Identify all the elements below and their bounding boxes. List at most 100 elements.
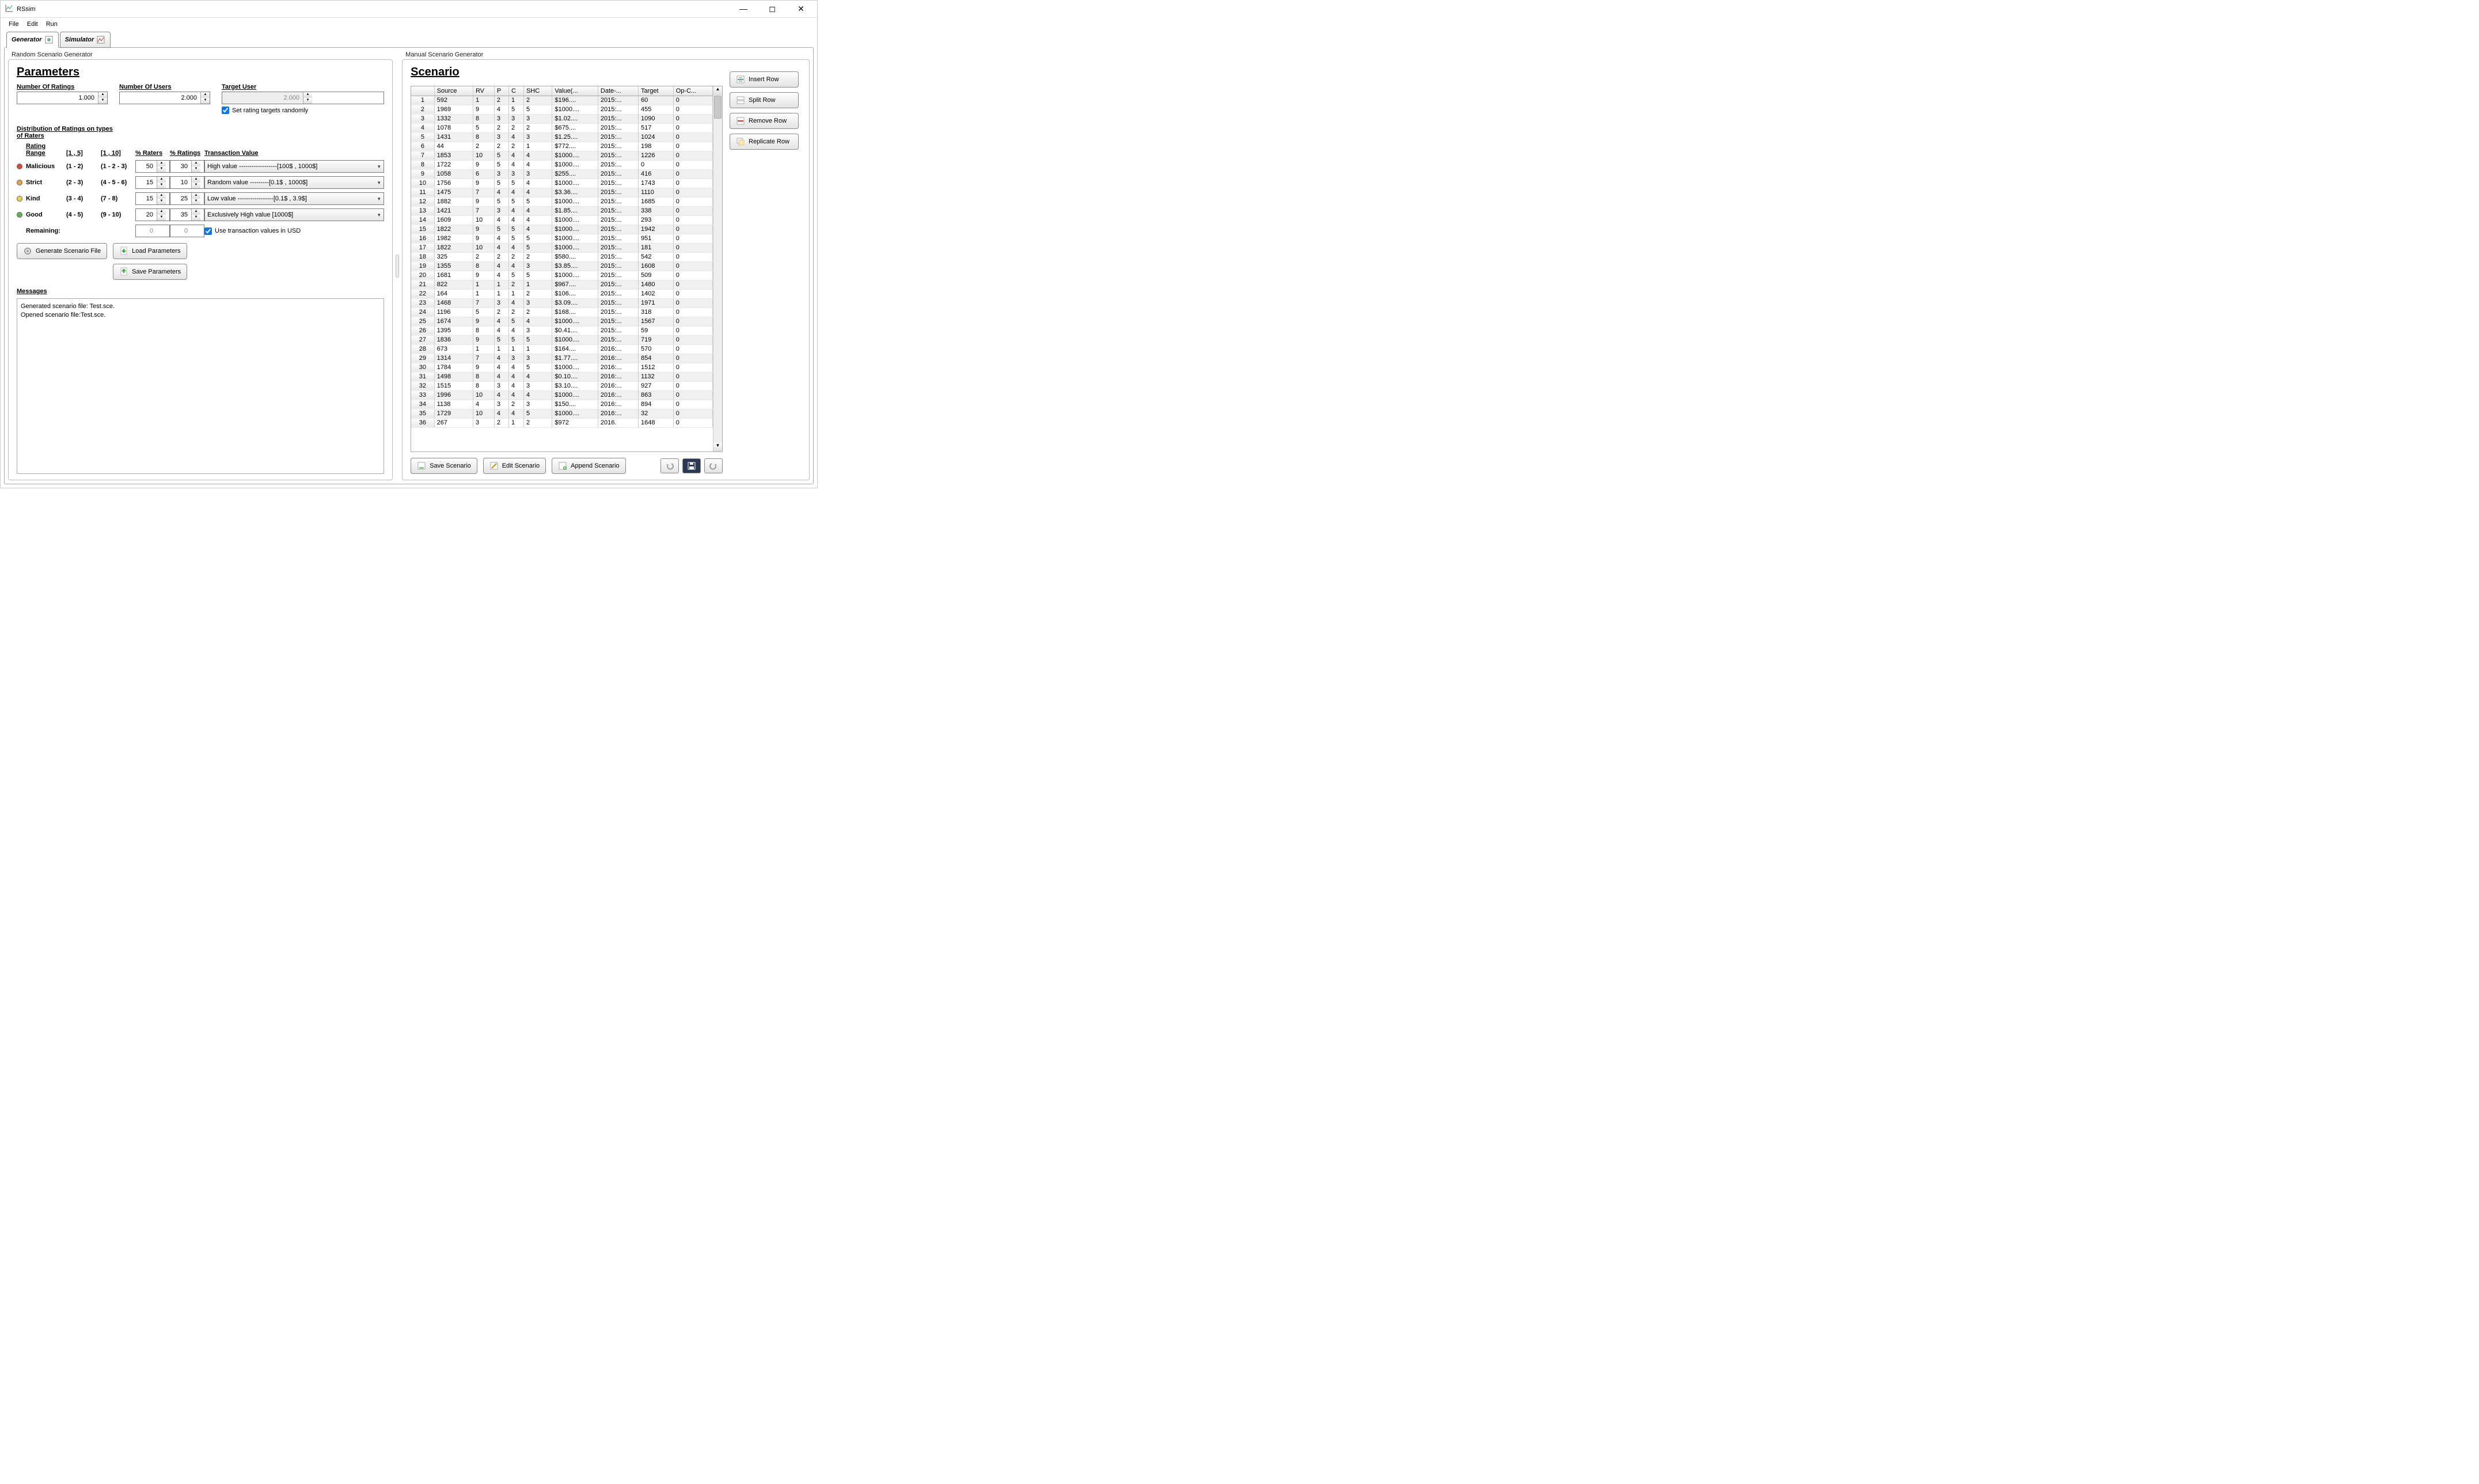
- table-row[interactable]: 7185310544$1000....2015:...12260: [411, 151, 712, 160]
- undo-button[interactable]: [660, 458, 679, 473]
- disk-save-button[interactable]: [682, 458, 701, 473]
- table-row[interactable]: 183252222$580....2015:...5420: [411, 252, 712, 261]
- column-header[interactable]: Source: [434, 86, 473, 96]
- table-row[interactable]: 910586333$255....2015:...4160: [411, 169, 712, 179]
- vertical-scrollbar[interactable]: ▲▼: [713, 86, 722, 451]
- table-row[interactable]: 33199610444$1000....2016:...8630: [411, 390, 712, 400]
- transaction-value-select[interactable]: High value ------------------[100$ , 100…: [204, 160, 384, 173]
- table-row[interactable]: 1913558443$3.85....2015:...16080: [411, 261, 712, 271]
- table-row[interactable]: 17182210445$1000....2015:...1810: [411, 243, 712, 252]
- redo-button[interactable]: [704, 458, 723, 473]
- table-row[interactable]: 219699455$1000....2015:...4550: [411, 105, 712, 114]
- table-row[interactable]: 514318343$1.25....2015:...10240: [411, 132, 712, 142]
- table-row[interactable]: 6442221$772....2015:...1980: [411, 142, 712, 151]
- column-header[interactable]: P: [494, 86, 508, 96]
- set-random-checkbox[interactable]: [222, 107, 229, 114]
- num-ratings-input[interactable]: [17, 92, 98, 104]
- messages-box[interactable]: Generated scenario file: Test.sce. Opene…: [17, 298, 384, 474]
- table-row[interactable]: 2411965222$168....2015:...3180: [411, 308, 712, 317]
- menu-edit[interactable]: Edit: [24, 20, 41, 29]
- transaction-value-select[interactable]: Random value ---------[0.1$ , 1000$]▼: [204, 176, 384, 189]
- table-row[interactable]: 3215158343$3.10....2016:...9270: [411, 381, 712, 390]
- percent-raters-input[interactable]: [136, 193, 157, 204]
- use-usd-checkbox[interactable]: [204, 227, 212, 235]
- table-row[interactable]: 3017849445$1000....2016:...15120: [411, 363, 712, 372]
- percent-raters-spinner[interactable]: ▲▼: [135, 192, 170, 205]
- table-row[interactable]: 15921212$196....2015:...600: [411, 96, 712, 105]
- insert-row-button[interactable]: Insert Row: [730, 71, 799, 88]
- table-row[interactable]: 218221121$967....2015:...14800: [411, 280, 712, 289]
- table-row[interactable]: 3411384323$150....2016:...8940: [411, 400, 712, 409]
- percent-raters-input[interactable]: [136, 161, 157, 172]
- column-header[interactable]: SHC: [523, 86, 552, 96]
- table-row[interactable]: 2913147433$1.77....2016:...8540: [411, 354, 712, 363]
- table-cell: 15: [411, 225, 434, 234]
- table-row[interactable]: 2314687343$3.09....2015:...19710: [411, 298, 712, 308]
- percent-ratings-input[interactable]: [170, 177, 191, 188]
- percent-ratings-input[interactable]: [170, 209, 191, 221]
- table-row[interactable]: 313328333$1.02....2015:...10900: [411, 114, 712, 123]
- edit-scenario-button[interactable]: Edit Scenario: [483, 458, 546, 474]
- table-row[interactable]: 1518229554$1000....2015:...19420: [411, 225, 712, 234]
- percent-raters-spinner[interactable]: ▲▼: [135, 160, 170, 173]
- table-row[interactable]: 1619829455$1000....2015:...9510: [411, 234, 712, 243]
- table-row[interactable]: 2016819455$1000....2015:...5090: [411, 271, 712, 280]
- remove-row-button[interactable]: Remove Row: [730, 113, 799, 129]
- tab-generator[interactable]: Generator: [6, 32, 59, 48]
- percent-raters-input[interactable]: [136, 177, 157, 188]
- minimize-button[interactable]: —: [732, 4, 755, 14]
- column-header[interactable]: RV: [473, 86, 494, 96]
- column-header[interactable]: C: [508, 86, 523, 96]
- table-cell: 0: [673, 234, 712, 243]
- replicate-row-button[interactable]: Replicate Row: [730, 134, 799, 150]
- generate-scenario-button[interactable]: Generate Scenario File: [17, 243, 107, 259]
- tab-simulator[interactable]: Simulator: [60, 32, 111, 48]
- table-row[interactable]: 1314217344$1.85....2015:...3380: [411, 206, 712, 215]
- table-row[interactable]: 2613958443$0.41....2015:...590: [411, 326, 712, 335]
- table-cell: 164: [434, 289, 473, 298]
- transaction-value-select[interactable]: Exclusively High value [1000$]▼: [204, 208, 384, 221]
- menu-run[interactable]: Run: [43, 20, 61, 29]
- column-header[interactable]: Target: [639, 86, 674, 96]
- column-header[interactable]: Op-C...: [673, 86, 712, 96]
- table-row[interactable]: 35172910445$1000....2016:...320: [411, 409, 712, 418]
- table-row[interactable]: 2718369555$1000....2015:...7190: [411, 335, 712, 344]
- table-row[interactable]: 221641112$106....2015:...14020: [411, 289, 712, 298]
- percent-raters-input[interactable]: [136, 209, 157, 221]
- percent-ratings-spinner[interactable]: ▲▼: [170, 208, 204, 221]
- table-row[interactable]: 410785222$675....2015:...5170: [411, 123, 712, 132]
- table-row[interactable]: 1017569554$1000....2015:...17430: [411, 179, 712, 188]
- split-divider[interactable]: [395, 51, 400, 480]
- split-row-button[interactable]: Split Row: [730, 92, 799, 108]
- percent-raters-spinner[interactable]: ▲▼: [135, 176, 170, 189]
- maximize-button[interactable]: ◻: [761, 4, 784, 14]
- scenario-table[interactable]: SourceRVPCSHCValue(...Date-...TargetOp-C…: [411, 86, 713, 428]
- table-row[interactable]: 362673212$9722016.16480: [411, 418, 712, 427]
- num-ratings-spinner[interactable]: ▲▼: [17, 92, 108, 104]
- column-header[interactable]: Date-...: [598, 86, 638, 96]
- percent-ratings-input[interactable]: [170, 161, 191, 172]
- num-users-spinner[interactable]: ▲▼: [119, 92, 210, 104]
- table-row[interactable]: 286731111$164....2016:...5700: [411, 344, 712, 354]
- column-header[interactable]: Value(...: [552, 86, 598, 96]
- table-row[interactable]: 14160910444$1000....2015:...2930: [411, 215, 712, 225]
- menu-file[interactable]: File: [5, 20, 22, 29]
- table-row[interactable]: 1114757444$3.36....2015:...11100: [411, 188, 712, 197]
- column-header[interactable]: [411, 86, 434, 96]
- num-users-input[interactable]: [120, 92, 200, 104]
- table-row[interactable]: 817229544$1000....2015:...00: [411, 160, 712, 169]
- save-parameters-button[interactable]: Save Parameters: [113, 264, 187, 280]
- percent-ratings-spinner[interactable]: ▲▼: [170, 192, 204, 205]
- transaction-value-select[interactable]: Low value -----------------[0.1$ , 3.9$]…: [204, 192, 384, 205]
- append-scenario-button[interactable]: Append Scenario: [552, 458, 625, 474]
- close-button[interactable]: ✕: [789, 4, 813, 14]
- table-row[interactable]: 2516749454$1000....2015:...15670: [411, 317, 712, 326]
- save-scenario-button[interactable]: Save Scenario: [411, 458, 477, 474]
- table-row[interactable]: 1218829555$1000....2015:...16850: [411, 197, 712, 206]
- percent-ratings-spinner[interactable]: ▲▼: [170, 176, 204, 189]
- percent-raters-spinner[interactable]: ▲▼: [135, 208, 170, 221]
- table-row[interactable]: 3114988444$0.10....2016:...11320: [411, 372, 712, 381]
- percent-ratings-spinner[interactable]: ▲▼: [170, 160, 204, 173]
- load-parameters-button[interactable]: Load Parameters: [113, 243, 187, 259]
- percent-ratings-input[interactable]: [170, 193, 191, 204]
